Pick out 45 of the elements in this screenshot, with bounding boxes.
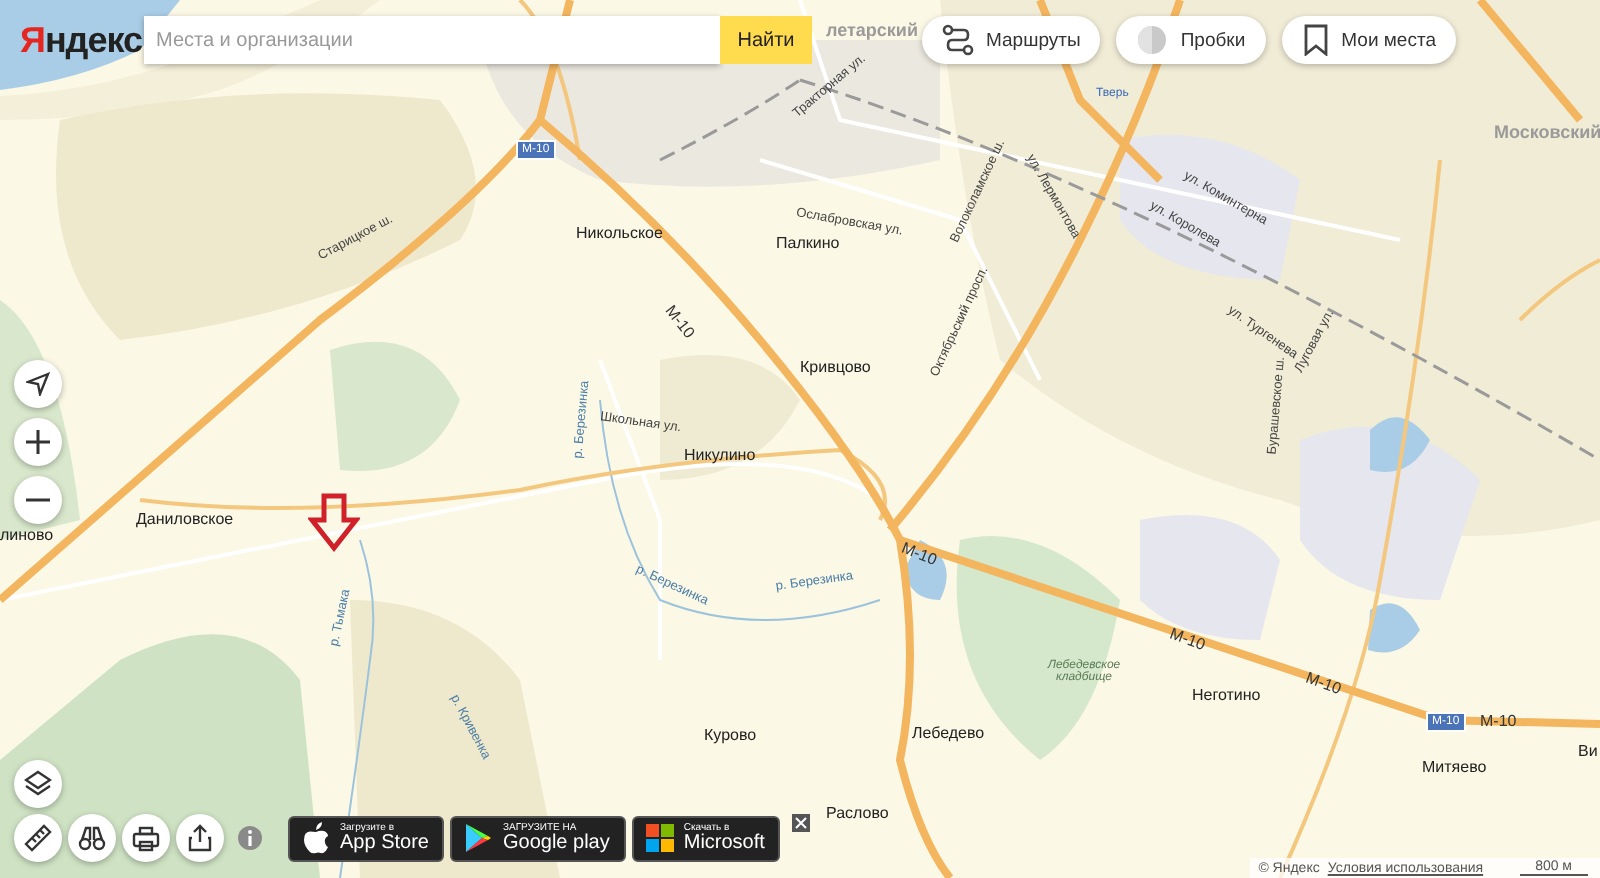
routes-button[interactable]: Маршруты xyxy=(922,16,1101,64)
place-label: Раслово xyxy=(826,806,889,822)
traffic-icon xyxy=(1136,24,1169,56)
place-label: Ви xyxy=(1578,744,1598,760)
district-label: Московский xyxy=(1494,124,1600,142)
highway-label: М-10 xyxy=(899,540,939,570)
binoculars-icon xyxy=(78,824,106,852)
place-label: Палкино xyxy=(776,236,840,252)
highway-label: М-10 xyxy=(1480,714,1517,730)
place-label: линово xyxy=(0,528,54,544)
share-icon xyxy=(186,824,214,852)
bookmarks-button[interactable]: Мои места xyxy=(1281,16,1456,64)
close-icon[interactable] xyxy=(792,814,811,832)
bookmark-icon xyxy=(1301,24,1330,56)
place-label: Никольское xyxy=(576,226,663,242)
district-label: летарский xyxy=(826,22,918,40)
layers-icon xyxy=(24,770,52,798)
info-icon[interactable] xyxy=(238,826,262,850)
search-button[interactable]: Найти xyxy=(720,16,812,64)
pond xyxy=(1368,603,1420,653)
built-up-area xyxy=(660,355,800,480)
highway-label: М-10 xyxy=(1167,626,1207,654)
place-label: Неготино xyxy=(1192,688,1261,704)
printer-icon xyxy=(132,824,160,852)
windows-icon xyxy=(645,824,674,852)
pond xyxy=(1370,417,1430,472)
traffic-button[interactable]: Пробки xyxy=(1116,16,1266,64)
pond xyxy=(904,540,947,600)
place-label: Митяево xyxy=(1422,760,1487,776)
apple-icon xyxy=(302,822,330,854)
place-label: Курово xyxy=(704,728,757,744)
forest-area xyxy=(330,341,460,472)
route-icon xyxy=(942,24,974,56)
highway-label: М-10 xyxy=(1303,670,1343,698)
place-label: Кривцово xyxy=(800,360,871,376)
search-field[interactable]: Места и организации xyxy=(144,16,720,64)
play-icon xyxy=(464,822,493,854)
place-label: Даниловское xyxy=(136,512,234,528)
navigation-arrow-icon xyxy=(26,372,50,396)
down-arrow-icon xyxy=(308,492,360,552)
place-label: Лебедево xyxy=(912,726,985,742)
ruler-icon xyxy=(24,824,52,852)
plus-icon xyxy=(26,430,50,454)
yandex-logo[interactable]: Яндекс xyxy=(20,19,144,61)
place-label: Никулино xyxy=(684,448,756,464)
